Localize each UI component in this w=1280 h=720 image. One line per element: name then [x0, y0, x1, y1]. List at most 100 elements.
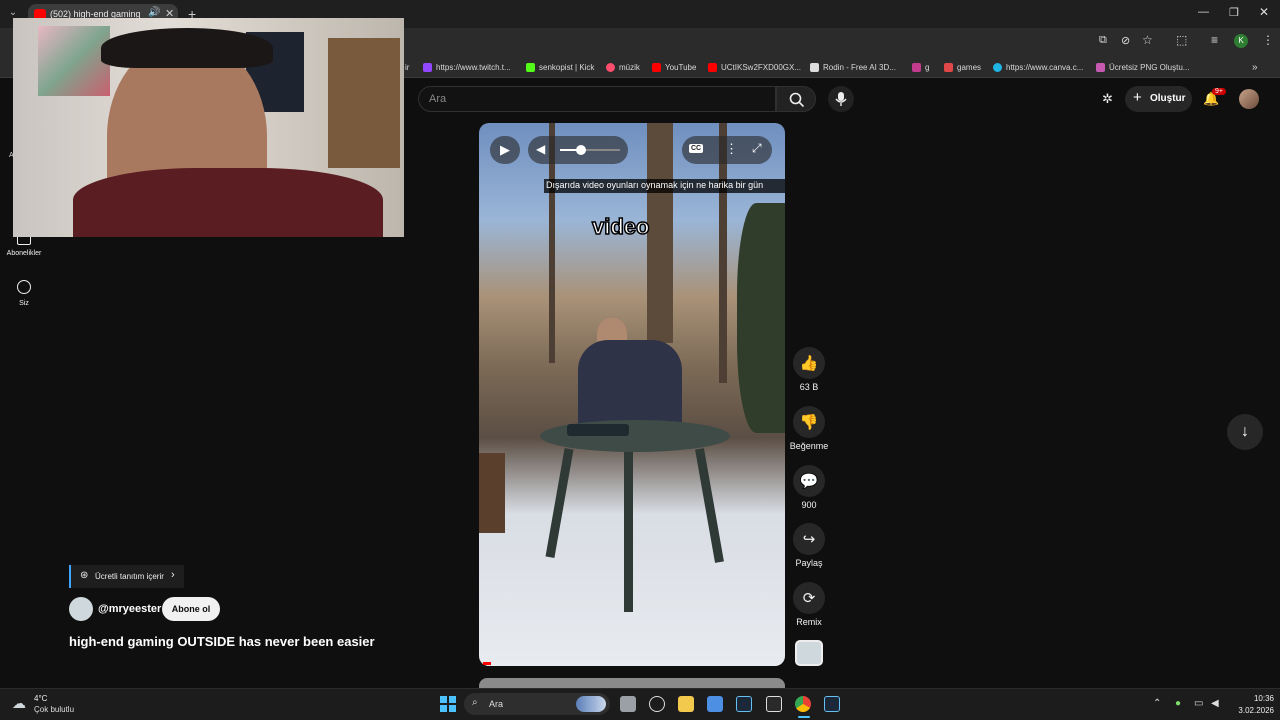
audio-thumbnail[interactable] [795, 640, 823, 666]
tab-audio-icon[interactable]: 🔊 [148, 7, 160, 18]
volume-control[interactable]: ◀ [528, 136, 628, 164]
windows-start-icon[interactable] [440, 696, 456, 712]
bookmark-png[interactable]: Ücretsiz PNG Oluştu... [1096, 60, 1189, 74]
chrome-icon[interactable] [795, 696, 811, 712]
play-button[interactable]: ▶ [490, 136, 520, 164]
mic-icon [835, 92, 847, 106]
extensions-icon[interactable]: ⬚ [1176, 33, 1187, 47]
share-icon: ↪ [802, 531, 816, 548]
png-icon [1096, 62, 1105, 72]
clock-time[interactable]: 10:36 [1238, 694, 1274, 703]
video-title[interactable]: high-end gaming OUTSIDE has never been e… [69, 634, 375, 649]
webcam-overlay [13, 18, 404, 237]
youtube-icon [708, 62, 717, 72]
cast-icon[interactable]: ⧉ [1099, 34, 1107, 47]
channel-avatar[interactable] [69, 597, 93, 621]
search-icon [789, 92, 805, 108]
restore-icon[interactable]: ❐ [1229, 6, 1239, 19]
search-icon: ⌕ [472, 697, 478, 708]
search-highlight-icon [576, 696, 606, 712]
laptop-on-table [567, 424, 629, 436]
bookmark-channel[interactable]: UCtIKSw2FXD00GX... [708, 60, 801, 74]
browser-menu-icon[interactable]: ⋮ [1262, 33, 1274, 47]
taskbar-search[interactable]: ⌕ Ara [464, 693, 610, 715]
fullscreen-icon[interactable]: ⤢ [752, 141, 762, 156]
captions-button[interactable]: CC [689, 144, 704, 153]
wooden-bench [479, 453, 505, 533]
window-close-icon[interactable]: ✕ [1259, 5, 1269, 19]
subscribe-button[interactable]: Abone ol [162, 597, 220, 621]
epic-games-icon[interactable] [766, 696, 782, 712]
share-button[interactable]: ↪ [793, 523, 825, 555]
remix-button[interactable]: ⟳ [793, 582, 825, 614]
person-body [578, 340, 682, 430]
bookmark-g[interactable]: g [912, 60, 929, 74]
bookmark-youtube[interactable]: YouTube [652, 60, 696, 74]
weather-cloud-icon[interactable]: ☁ [12, 695, 26, 712]
search-input[interactable]: Ara [418, 86, 776, 112]
paid-promotion-label: Ücretli tanıtım içerir [95, 572, 164, 581]
bookmark-prefix[interactable]: ir [405, 60, 409, 74]
progress-bar-fill [483, 662, 491, 665]
bookmark-star-icon[interactable]: ☆ [1142, 33, 1153, 47]
media-controls-icon[interactable]: ≡ [1211, 33, 1218, 47]
tray-chevron-icon[interactable]: ⌃ [1153, 698, 1161, 709]
microphone-tray-icon[interactable]: ● [1175, 698, 1181, 709]
dislike-label: Beğenme [789, 441, 829, 451]
player-options: CC ⋮ ⤢ [682, 136, 772, 164]
profile-icon [17, 280, 31, 294]
studio-gear-icon[interactable]: ✲ [1102, 91, 1113, 107]
search-placeholder: Ara [429, 93, 447, 105]
channel-handle[interactable]: @mryeester [98, 603, 161, 615]
k-icon [912, 62, 921, 72]
bookmark-kick[interactable]: senkopist | Kick [526, 60, 594, 74]
wall-painting [38, 26, 110, 96]
bookmarks-more-icon[interactable]: » [1252, 60, 1258, 74]
youtube-icon [652, 62, 661, 72]
bookmark-canva[interactable]: https://www.canva.c... [993, 60, 1083, 74]
search-button[interactable] [776, 86, 816, 112]
paid-promotion-badge[interactable]: ⊛ Ücretli tanıtım içerir › [69, 565, 184, 588]
microsoft-store-icon[interactable] [707, 696, 723, 712]
active-app-indicator [798, 716, 810, 718]
sidebar-item-label: Abonelikler [6, 250, 42, 257]
play-icon: ▶ [500, 142, 510, 157]
like-count: 63 B [799, 382, 819, 392]
more-options-icon[interactable]: ⋮ [725, 141, 738, 157]
network-icon[interactable]: ▭ [1194, 698, 1203, 709]
weather-desc[interactable]: Çok bulutlu [34, 705, 74, 714]
volume-tray-icon[interactable]: ◀ [1211, 698, 1219, 709]
task-view-icon[interactable] [620, 696, 636, 712]
comments-button[interactable]: 💬 [793, 465, 825, 497]
dislike-button[interactable]: 👎 [793, 406, 825, 438]
notification-badge: 9+ [1212, 88, 1226, 95]
taskbar-search-label: Ara [489, 699, 504, 709]
steam-icon[interactable] [736, 696, 752, 712]
bookmark-rodin[interactable]: Rodin - Free AI 3D... [810, 60, 896, 74]
volume-slider-thumb[interactable] [576, 145, 586, 155]
bookmark-muzik[interactable]: müzik [606, 60, 640, 74]
weather-temp[interactable]: 4°C [34, 694, 47, 703]
file-explorer-icon[interactable] [678, 696, 694, 712]
clock-date[interactable]: 3.02.2026 [1228, 706, 1274, 715]
eye-off-icon[interactable]: ⊘ [1121, 34, 1130, 47]
thumbs-down-icon: 👎 [799, 414, 819, 431]
plus-icon: + [1133, 89, 1142, 106]
sidebar-item-label: Siz [19, 300, 29, 307]
steam-running-icon[interactable] [824, 696, 840, 712]
figure-shelf [328, 38, 400, 168]
copilot-icon[interactable] [649, 696, 665, 712]
minimize-icon[interactable]: — [1198, 6, 1209, 18]
sidebar-item-you[interactable]: Siz [4, 280, 44, 310]
voice-search-button[interactable] [828, 86, 854, 112]
profile-avatar-icon[interactable]: K [1234, 34, 1248, 48]
bookmark-twitch[interactable]: https://www.twitch.t... [423, 60, 511, 74]
next-video-arrow-icon[interactable]: ↓ [1227, 414, 1263, 450]
streamer-shirt [73, 168, 383, 237]
remix-label: Remix [796, 617, 822, 627]
create-button[interactable]: + Oluştur [1125, 86, 1192, 112]
tree-trunk [647, 123, 673, 343]
like-button[interactable]: 👍 [793, 347, 825, 379]
bookmark-games[interactable]: games [944, 60, 981, 74]
account-avatar[interactable] [1239, 89, 1259, 109]
